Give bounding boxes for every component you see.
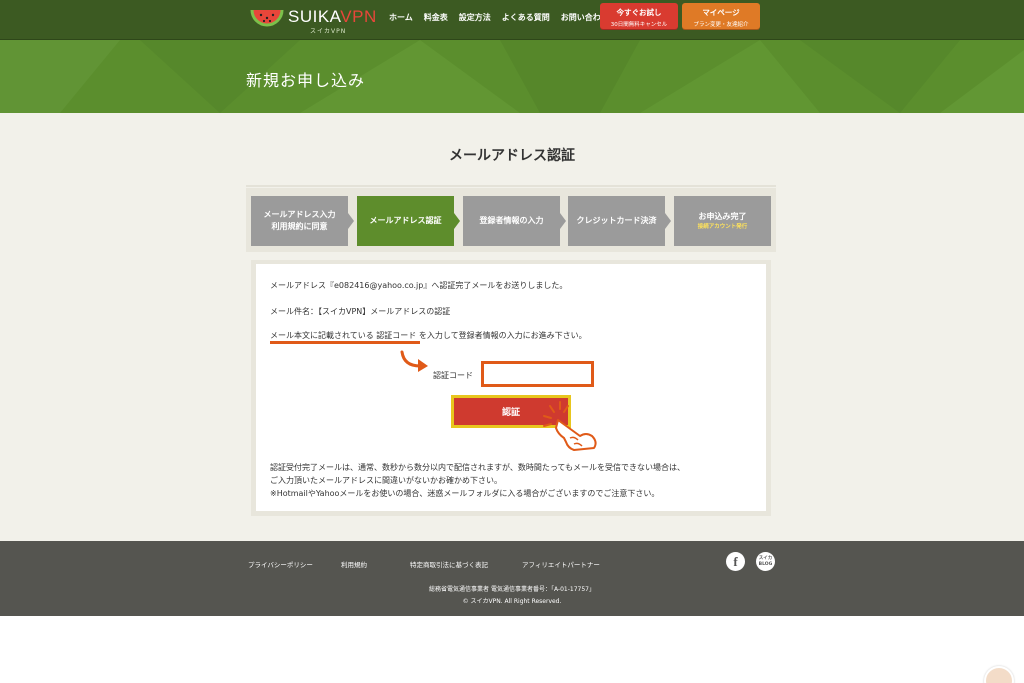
mypage-label: マイページ (702, 8, 740, 17)
note-line: 認証受付完了メールは、通常、数秒から数分以内で配信されますが、数時間たってもメー… (270, 463, 686, 472)
brand-subtitle: スイカVPN (310, 28, 347, 35)
verification-code-input[interactable] (481, 361, 594, 387)
step-arrow (348, 213, 354, 229)
step-email-input: メールアドレス入力 利用規約に同意 (251, 196, 348, 246)
nav-item-faq[interactable]: よくある質問 (502, 12, 550, 23)
note-line: ご入力頂いたメールアドレスに間違いがないかお確かめ下さい。 (270, 476, 502, 485)
delivery-notes: 認証受付完了メールは、通常、数秒から数分以内で配信されますが、数時間たってもメー… (270, 461, 685, 500)
footer-link-privacy[interactable]: プライバシーポリシー (248, 559, 313, 569)
step-arrow (665, 213, 671, 229)
mypage-button[interactable]: マイページ プラン変更・友達紹介 (682, 3, 760, 29)
footer-link-affiliate[interactable]: アフィリエイトパートナー (522, 559, 600, 569)
step-credit-card: クレジットカード決済 (568, 196, 665, 246)
watermelon-logo-icon (250, 9, 284, 27)
blog-icon[interactable]: スイカ BLOG (756, 552, 775, 571)
curved-arrow-icon (400, 350, 428, 372)
nav-item-home[interactable]: ホーム (389, 12, 413, 23)
site-header: SUIKAVPN スイカVPN ホーム 料金表 設定方法 よくある質問 お問い合… (0, 0, 1024, 40)
step-label: メールアドレス認証 (369, 216, 442, 225)
instruction-text: メール本文に記載されている 認証コード を入力して登録者情報の入力にお進み下さい… (270, 331, 587, 340)
mail-subject: メール件名：【スイカVPN】メールアドレスの認証 (270, 307, 451, 316)
pointing-hand-icon (543, 401, 597, 451)
step-label: お申込み完了 (698, 212, 747, 221)
free-trial-sublabel: 30日間無料キャンセル (610, 22, 668, 28)
sent-message: メールアドレス『e082416@yahoo.co.jp』へ認証完了メールをお送り… (270, 281, 568, 290)
copyright: © スイカVPN. All Right Reserved. (462, 598, 562, 605)
step-arrow (560, 213, 566, 229)
step-registrant-info: 登録者情報の入力 (463, 196, 560, 246)
nav-item-pricing[interactable]: 料金表 (424, 12, 448, 23)
instruction-highlight (270, 341, 420, 344)
step-note: 接続アカウント発行 (697, 224, 748, 230)
free-trial-button[interactable]: 今すぐお試し 30日間無料キャンセル (600, 3, 678, 29)
mypage-sublabel: プラン変更・友達紹介 (693, 22, 749, 28)
step-email-verify: メールアドレス認証 (357, 196, 454, 246)
step-label-line2: 利用規約に同意 (271, 222, 328, 231)
footer-link-terms[interactable]: 利用規約 (341, 559, 367, 569)
verification-code-label: 認証コード (433, 371, 473, 380)
hero-banner: 新規お申し込み (0, 40, 1024, 113)
page-bottom (0, 616, 1024, 683)
free-trial-label: 今すぐお試し (616, 8, 662, 17)
note-line: ※HotmailやYahooメールをお使いの場合、迷惑メールフォルダに入る場合が… (270, 489, 660, 498)
facebook-icon[interactable]: f (726, 552, 745, 571)
progress-steps: メールアドレス入力 利用規約に同意 メールアドレス認証 登録者情報の入力 クレジ… (246, 188, 776, 252)
step-label: 登録者情報の入力 (479, 216, 544, 225)
page-title: メールアドレス認証 (449, 148, 575, 164)
brand-name-main: SUIKA (288, 7, 341, 26)
blog-label-sub: BLOG (758, 562, 773, 567)
step-complete: お申込み完了 接続アカウント発行 (674, 196, 771, 246)
brand-name: SUIKAVPN (288, 7, 377, 27)
footer-legal: 総務省電気通信事業者 電気通信事業者番号：「A-01-17757」 © スイカV… (0, 584, 1024, 608)
brand-name-accent: VPN (340, 7, 377, 26)
step-label: メールアドレス入力 (263, 210, 336, 219)
step-label: クレジットカード決済 (576, 216, 657, 225)
step-arrow (454, 213, 460, 229)
license-number: 総務省電気通信事業者 電気通信事業者番号：「A-01-17757」 (429, 586, 595, 593)
divider (246, 185, 776, 187)
hero-title: 新規お申し込み (246, 71, 366, 90)
footer-link-commercial-law[interactable]: 特定商取引法に基づく表記 (410, 559, 488, 569)
nav-item-setup[interactable]: 設定方法 (459, 12, 491, 23)
main-nav: ホーム 料金表 設定方法 よくある質問 お問い合わせ (389, 12, 620, 23)
hero-pattern (0, 40, 1024, 113)
brand-logo[interactable]: SUIKAVPN スイカVPN (250, 2, 376, 36)
